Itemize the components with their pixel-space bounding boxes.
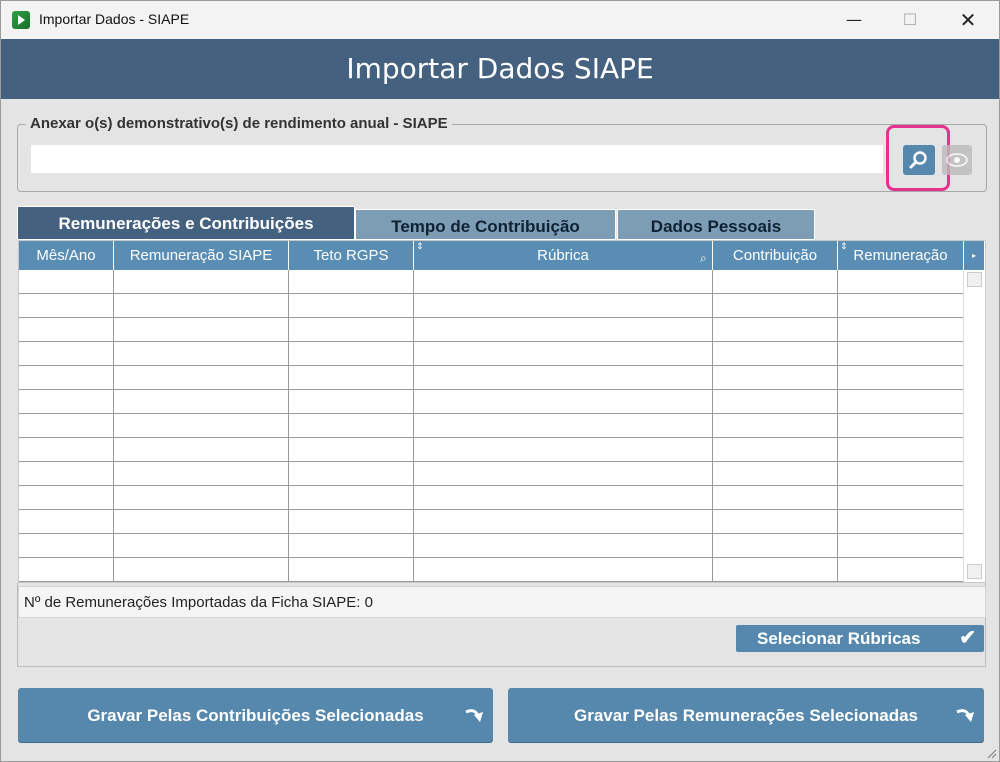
grid-header: Mês/Ano Remuneração SIAPE Teto RGPS Rúbr… (19, 241, 985, 270)
file-path-input[interactable] (31, 145, 883, 173)
curved-arrow-icon (465, 709, 483, 722)
table-row[interactable] (19, 318, 963, 342)
attach-label: Anexar o(s) demonstrativo(s) de rendimen… (26, 115, 452, 132)
status-bar: Nº de Remunerações Importadas da Ficha S… (18, 586, 986, 618)
import-window: Importar Dados - SIAPE — ☐ ✕ Importar Da… (0, 0, 1000, 762)
sort-icon: ⇕ (840, 242, 848, 252)
app-icon (12, 11, 30, 29)
tab-dados-pessoais[interactable]: Dados Pessoais (617, 209, 815, 240)
close-icon[interactable]: ✕ (945, 1, 991, 39)
column-chooser-icon[interactable]: ▸ (964, 241, 985, 270)
scroll-up-button[interactable] (967, 272, 982, 287)
minimize-icon[interactable]: — (831, 1, 877, 39)
table-row[interactable] (19, 390, 963, 414)
table-row[interactable] (19, 294, 963, 318)
eye-icon (946, 153, 968, 167)
table-row[interactable] (19, 486, 963, 510)
maximize-icon[interactable]: ☐ (887, 1, 933, 39)
table-row[interactable] (19, 510, 963, 534)
title-bar[interactable]: Importar Dados - SIAPE — ☐ ✕ (1, 1, 999, 39)
data-grid[interactable]: Mês/Ano Remuneração SIAPE Teto RGPS Rúbr… (18, 240, 986, 583)
column-header-teto-rgps[interactable]: Teto RGPS (289, 241, 414, 270)
page-title: Importar Dados SIAPE (1, 39, 999, 99)
table-row[interactable] (19, 414, 963, 438)
tab-tempo-contribuicao[interactable]: Tempo de Contribuição (355, 209, 616, 240)
save-contributions-button[interactable]: Gravar Pelas Contribuições Selecionadas (18, 688, 493, 742)
table-row[interactable] (19, 534, 963, 558)
table-row[interactable] (19, 558, 963, 582)
column-header-mes-ano[interactable]: Mês/Ano (19, 241, 114, 270)
search-button[interactable] (903, 145, 935, 175)
column-header-rubrica[interactable]: Rúbrica (414, 241, 713, 270)
imported-count-text: Nº de Remunerações Importadas da Ficha S… (24, 594, 373, 611)
select-rubricas-label: Selecionar Rúbricas (757, 629, 921, 648)
table-row[interactable] (19, 366, 963, 390)
save-contributions-label: Gravar Pelas Contribuições Selecionadas (87, 706, 424, 725)
view-button[interactable] (942, 145, 972, 175)
sort-icon: ⇕ (416, 242, 424, 252)
column-header-contribuicao[interactable]: Contribuição (713, 241, 838, 270)
tab-remuneracoes[interactable]: Remunerações e Contribuições (17, 206, 355, 240)
table-row[interactable] (19, 270, 963, 294)
grid-scrollbar[interactable] (963, 270, 985, 582)
scroll-down-button[interactable] (967, 564, 982, 579)
attach-group: Anexar o(s) demonstrativo(s) de rendimen… (17, 115, 987, 192)
column-header-remuneracao[interactable]: Remuneração (838, 241, 964, 270)
table-row[interactable] (19, 342, 963, 366)
check-icon: ✔ (959, 627, 976, 649)
window-title: Importar Dados - SIAPE (39, 11, 190, 27)
resize-grip-icon[interactable] (985, 747, 997, 759)
curved-arrow-icon (956, 709, 974, 722)
table-row[interactable] (19, 438, 963, 462)
column-header-remuneracao-siape[interactable]: Remuneração SIAPE (114, 241, 289, 270)
save-remunerations-label: Gravar Pelas Remunerações Selecionadas (574, 706, 918, 725)
save-remunerations-button[interactable]: Gravar Pelas Remunerações Selecionadas (508, 688, 984, 742)
search-icon (909, 151, 927, 169)
select-rubricas-button[interactable]: Selecionar Rúbricas ✔ (736, 625, 984, 652)
column-search-icon[interactable]: ⌕ (700, 251, 707, 266)
table-row[interactable] (19, 462, 963, 486)
